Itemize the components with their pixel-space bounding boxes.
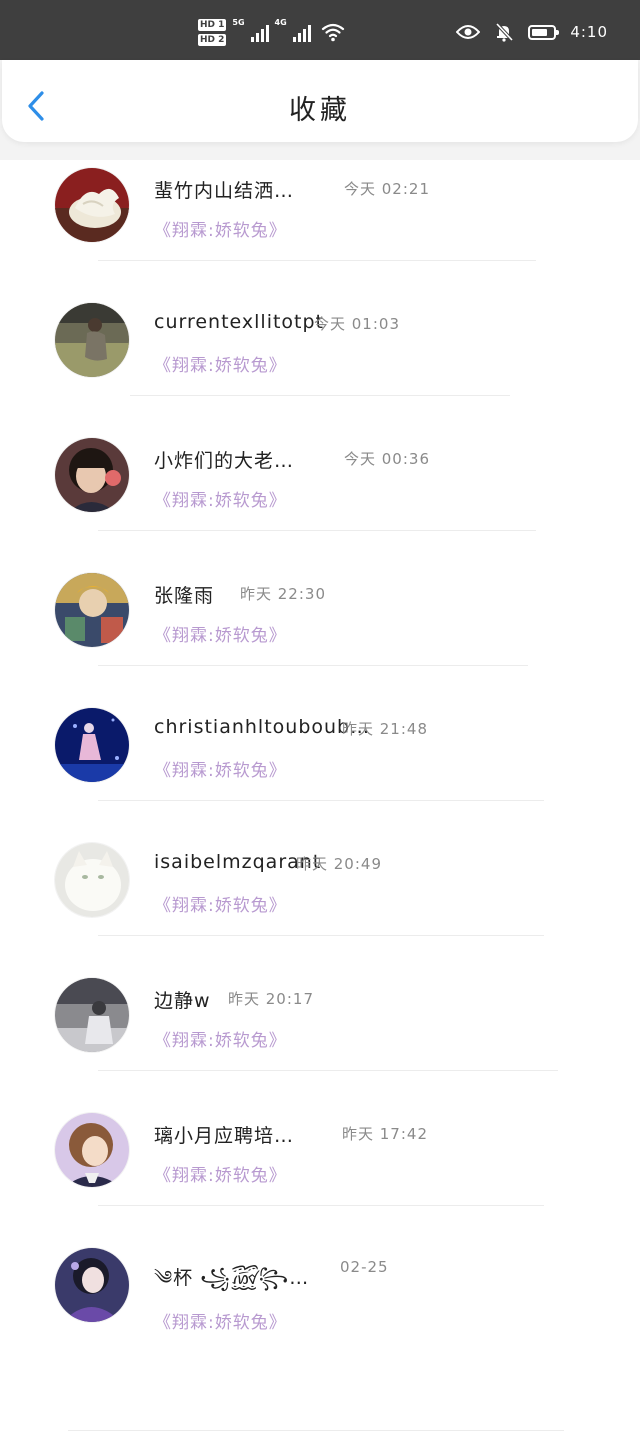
item-name: ༄杯 ꧁꫞꧂… (154, 1267, 310, 1289)
item-subtitle: 《翔霖:娇软兔》 (154, 1313, 287, 1333)
divider (98, 1070, 558, 1071)
header: 收藏 (2, 60, 638, 142)
list-item[interactable]: 小炸们的大老… 今天 00:36 《翔霖:娇软兔》 (0, 430, 640, 565)
item-subtitle: 《翔霖:娇软兔》 (154, 356, 287, 376)
avatar[interactable] (55, 303, 129, 377)
item-date: 今天 02:21 (344, 180, 430, 198)
avatar[interactable] (55, 168, 129, 242)
divider (98, 530, 536, 531)
item-date: 昨天 20:17 (228, 990, 314, 1008)
avatar[interactable] (55, 978, 129, 1052)
item-name: currentexllitotpt (154, 311, 325, 333)
item-subtitle: 《翔霖:娇软兔》 (154, 896, 287, 916)
item-subtitle: 《翔霖:娇软兔》 (154, 626, 287, 646)
item-date: 今天 01:03 (314, 315, 400, 333)
item-date: 昨天 17:42 (342, 1125, 428, 1143)
item-date: 今天 00:36 (344, 450, 430, 468)
list-item[interactable]: 张隆雨 昨天 22:30 《翔霖:娇软兔》 (0, 565, 640, 700)
list-item[interactable]: 蜚竹内山结洒… 今天 02:21 《翔霖:娇软兔》 (0, 160, 640, 295)
item-name: 张隆雨 (154, 585, 215, 607)
battery-icon (528, 24, 560, 40)
avatar[interactable] (55, 708, 129, 782)
list-item[interactable]: ༄杯 ꧁꫞꧂… 02-25 《翔霖:娇软兔》 (0, 1240, 640, 1431)
wifi-icon (321, 23, 344, 42)
mute-bell-icon (496, 22, 514, 42)
divider (98, 1205, 544, 1206)
item-date: 02-25 (340, 1258, 389, 1276)
avatar[interactable] (55, 843, 129, 917)
item-subtitle: 《翔霖:娇软兔》 (154, 1031, 287, 1051)
list-item[interactable]: currentexllitotpt 今天 01:03 《翔霖:娇软兔》 (0, 295, 640, 430)
network-type-2: 4G (274, 18, 287, 27)
signal-icon-2 (292, 22, 311, 42)
list-item[interactable]: 边静w 昨天 20:17 《翔霖:娇软兔》 (0, 970, 640, 1105)
favorites-list: 蜚竹内山结洒… 今天 02:21 《翔霖:娇软兔》 currentexllito… (0, 160, 640, 1431)
item-subtitle: 《翔霖:娇软兔》 (154, 1166, 287, 1186)
list-item[interactable]: 璃小月应聘培… 昨天 17:42 《翔霖:娇软兔》 (0, 1105, 640, 1240)
clock: 4:10 (570, 23, 608, 41)
list-item[interactable]: christianhltouboub… 昨天 21:48 《翔霖:娇软兔》 (0, 700, 640, 835)
avatar[interactable] (55, 573, 129, 647)
divider (98, 665, 528, 666)
divider (98, 935, 544, 936)
item-name: 蜚竹内山结洒… (154, 180, 295, 202)
item-name: 璃小月应聘培… (154, 1125, 295, 1147)
avatar[interactable] (55, 1248, 129, 1322)
page-title: 收藏 (289, 95, 351, 126)
hd-badge-1: HD 1 (198, 18, 227, 31)
hd-badge-2: HD 2 (198, 33, 227, 46)
item-subtitle: 《翔霖:娇软兔》 (154, 761, 287, 781)
item-name: 小炸们的大老… (154, 450, 295, 472)
divider (130, 395, 510, 396)
status-bar: HD 1 HD 2 5G 4G 4:10 (0, 0, 640, 60)
item-name: christianhltouboub… (154, 716, 371, 738)
item-subtitle: 《翔霖:娇软兔》 (154, 491, 287, 511)
header-area: 收藏 (0, 60, 640, 160)
divider (98, 260, 536, 261)
avatar[interactable] (55, 1113, 129, 1187)
item-subtitle: 《翔霖:娇软兔》 (154, 221, 287, 241)
list-item[interactable]: isaibelmzqarant 昨天 20:49 《翔霖:娇软兔》 (0, 835, 640, 970)
eye-icon (456, 25, 481, 39)
network-type-1: 5G (232, 18, 245, 27)
item-date: 昨天 21:48 (342, 720, 428, 738)
network-indicators: HD 1 HD 2 5G 4G (198, 16, 345, 48)
item-name: 边静w (154, 990, 211, 1012)
signal-icon (250, 22, 269, 42)
item-date: 昨天 22:30 (240, 585, 326, 603)
item-date: 昨天 20:49 (296, 855, 382, 873)
avatar[interactable] (55, 438, 129, 512)
divider (98, 800, 544, 801)
